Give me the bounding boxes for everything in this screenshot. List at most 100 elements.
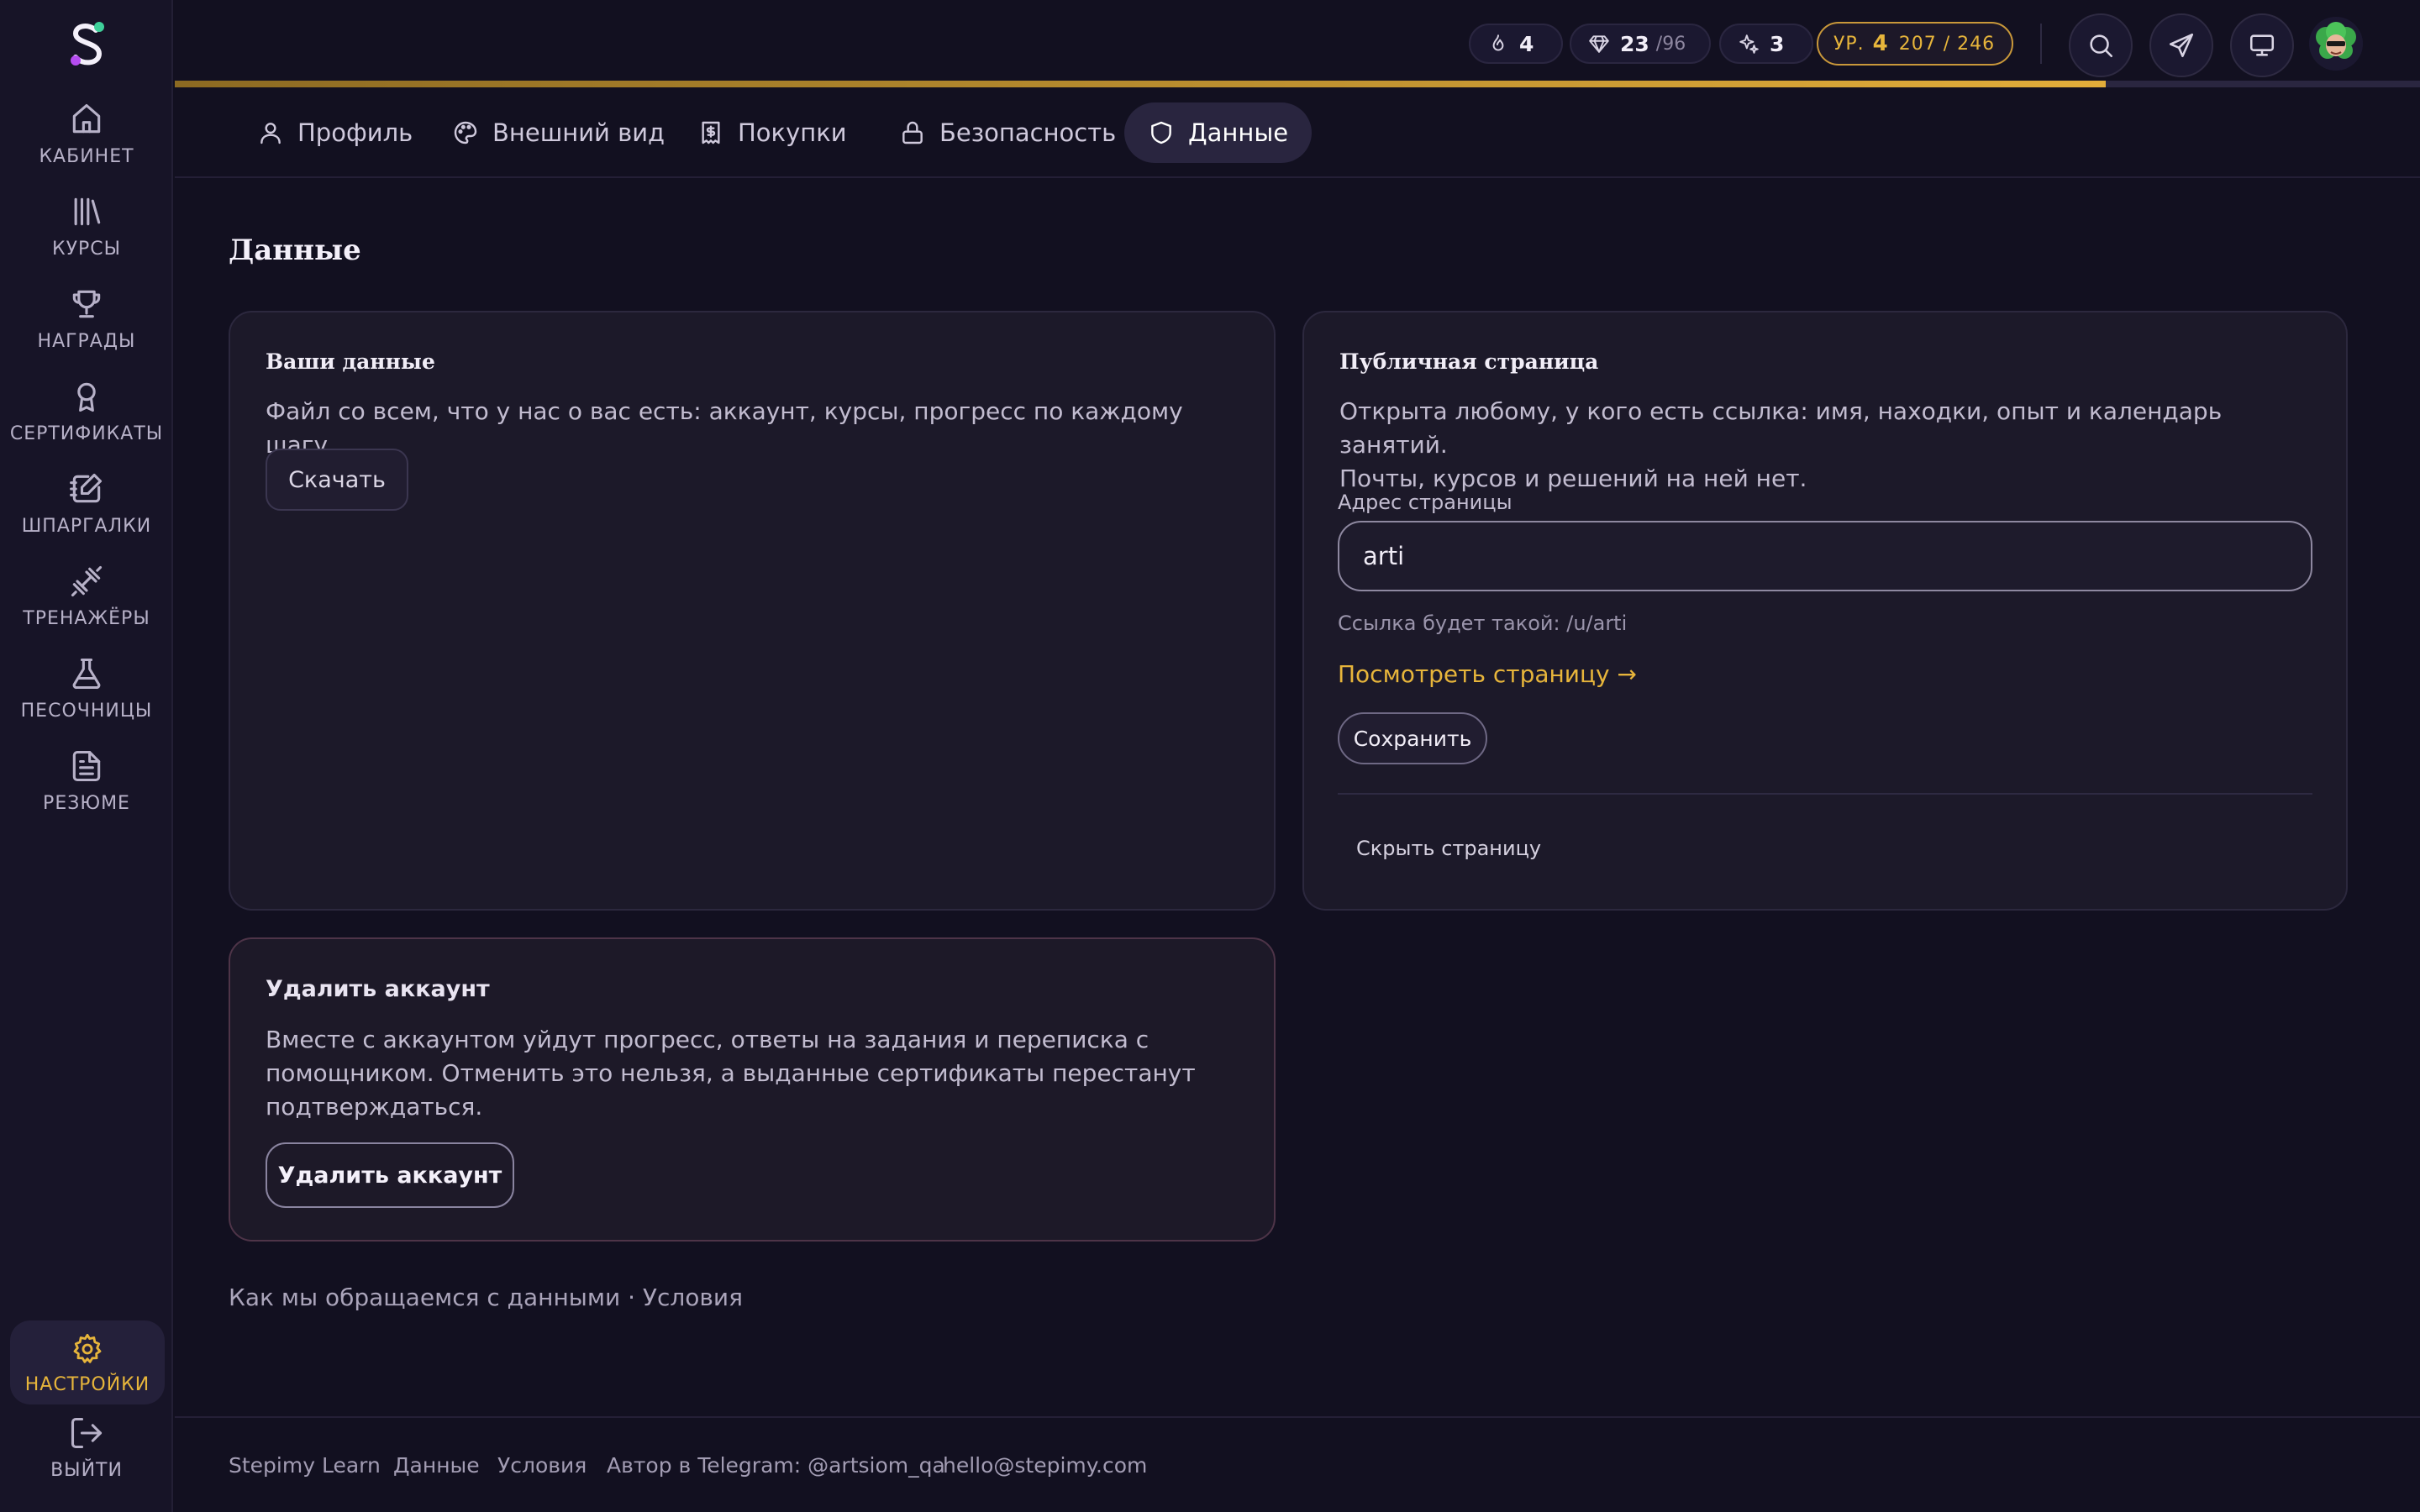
tab-security[interactable]: Безопасность [876, 102, 1139, 163]
sidebar-item-label: РЕЗЮМЕ [43, 793, 130, 814]
avatar[interactable] [2309, 17, 2363, 71]
tab-label: Внешний вид [492, 118, 666, 147]
sidebar-item-label: КУРСЫ [51, 239, 122, 260]
file-text-icon [72, 750, 101, 782]
page-address-value: arti [1363, 542, 1405, 570]
top-bar: 4 23 /96 3 УР. 4 207 / 246 [175, 0, 2420, 84]
level-prefix: УР. [1833, 33, 1865, 55]
public-page-desc-line1: Открыта любому, у кого есть ссылка: имя,… [1339, 397, 2223, 459]
view-page-link[interactable]: Посмотреть страницу → [1338, 660, 1637, 688]
sidebar-item-label: ТРЕНАЖЁРЫ [23, 608, 150, 629]
lock-icon [902, 121, 923, 144]
tab-label: Безопасность [939, 118, 1117, 147]
search-button[interactable] [2069, 13, 2133, 77]
streak-counter[interactable]: 4 [1469, 24, 1563, 64]
sidebar-item-resume[interactable]: РЕЗЮМЕ [0, 741, 173, 825]
sidebar-item-sandboxes[interactable]: ПЕСОЧНИЦЫ [0, 648, 173, 732]
download-label: Скачать [288, 466, 386, 493]
xp-progress-bar [175, 81, 2420, 87]
footer: Stepimy Learn Данные Условия Автор в Tel… [175, 1416, 2420, 1512]
level-value: 4 [1872, 31, 1889, 56]
sidebar-item-label: ШПАРГАЛКИ [21, 516, 152, 537]
delete-account-card: Удалить аккаунт Вместе с аккаунтом уйдут… [229, 937, 1276, 1242]
footer-link-data[interactable]: Данные [393, 1453, 480, 1478]
sidebar-item-label: НАГРАДЫ [37, 331, 136, 352]
page-title: Данные [229, 234, 361, 267]
tab-data[interactable]: Данные [1124, 102, 1313, 163]
flask-icon [72, 658, 101, 690]
data-policy-links[interactable]: Как мы обращаемся с данными · Условия [229, 1284, 743, 1311]
sidebar-item-cabinet[interactable]: КАБИНЕТ [0, 94, 173, 178]
sidebar-item-courses[interactable]: КУРСЫ [0, 186, 173, 270]
public-page-description: Открыта любому, у кого есть ссылка: имя,… [1339, 395, 2314, 496]
sparkles-value: 3 [1770, 31, 1785, 56]
streak-value: 4 [1519, 31, 1534, 56]
download-button[interactable]: Скачать [266, 449, 408, 511]
public-page-title: Публичная страница [1339, 349, 1599, 374]
shield-icon [1151, 121, 1171, 144]
divider [1338, 793, 2312, 795]
page-address-input[interactable]: arti [1338, 521, 2312, 591]
sidebar-item-label: КАБИНЕТ [39, 146, 134, 167]
gear-icon [73, 1333, 102, 1363]
footer-link-terms[interactable]: Условия [497, 1453, 587, 1478]
palette-icon [454, 121, 477, 144]
sidebar-item-logout[interactable]: ВЫЙТИ [0, 1415, 173, 1499]
sidebar-item-certificates[interactable]: СЕРТИФИКАТЫ [0, 371, 173, 455]
send-icon [2169, 33, 2194, 58]
gems-counter[interactable]: 23 /96 [1570, 24, 1711, 64]
monitor-icon [2249, 34, 2275, 56]
tab-label: Покупки [738, 118, 847, 147]
xp-value: 207 / 246 [1898, 33, 1996, 55]
tab-label: Данные [1188, 118, 1289, 147]
sidebar-item-cheatsheets[interactable]: ШПАРГАЛКИ [0, 464, 173, 548]
footer-brand[interactable]: Stepimy Learn [229, 1453, 381, 1478]
sparkles-counter[interactable]: 3 [1719, 24, 1813, 64]
link-hint: Ссылка будет такой: /u/arti [1338, 612, 1628, 635]
tab-label: Профиль [297, 118, 413, 147]
sparkles-icon [1739, 34, 1759, 54]
gem-icon [1589, 35, 1609, 53]
stepimy-logo-icon[interactable] [64, 18, 111, 69]
telegram-button[interactable] [2149, 13, 2213, 77]
public-page-card: Публичная страница Открыта любому, у ког… [1302, 311, 2348, 911]
sidebar-item-trainers[interactable]: ТРЕНАЖЁРЫ [0, 556, 173, 640]
your-data-title: Ваши данные [266, 349, 435, 374]
tab-profile[interactable]: Профиль [234, 102, 436, 163]
address-label: Адрес страницы [1338, 491, 1512, 514]
settings-tabs: Профиль Внешний вид Покупки Безопасность… [175, 87, 2420, 178]
gems-value: 23 [1620, 31, 1649, 56]
footer-telegram[interactable]: Автор в Telegram: @artsiom_qa [607, 1453, 945, 1478]
your-data-card: Ваши данные Файл со всем, что у нас о ва… [229, 311, 1276, 911]
sidebar-item-label: ПЕСОЧНИЦЫ [20, 701, 153, 722]
award-icon [77, 382, 96, 412]
sidebar-item-label: ВЫЙТИ [50, 1460, 123, 1481]
footer-email[interactable]: hello@stepimy.com [943, 1453, 1147, 1478]
trophy-icon [72, 290, 101, 318]
user-icon [260, 123, 281, 144]
library-icon [74, 197, 101, 226]
flame-icon [1492, 34, 1504, 51]
save-label: Сохранить [1353, 726, 1472, 751]
public-page-desc-line2: Почты, курсов и решений на ней нет. [1339, 465, 1807, 492]
save-button[interactable]: Сохранить [1338, 712, 1487, 764]
sidebar-item-settings[interactable]: НАСТРОЙКИ [10, 1320, 165, 1404]
receipt-icon [702, 121, 720, 144]
xp-progress-fill [175, 81, 2106, 87]
delete-account-button[interactable]: Удалить аккаунт [266, 1142, 514, 1208]
hide-page-button[interactable]: Скрыть страницу [1356, 837, 1541, 860]
your-data-description: Файл со всем, что у нас о вас есть: акка… [266, 397, 1183, 459]
gems-max: /96 [1655, 33, 1686, 55]
tab-purchases[interactable]: Покупки [674, 102, 871, 163]
notebook-pen-icon [70, 473, 103, 503]
search-icon [2090, 34, 2113, 58]
tab-appearance[interactable]: Внешний вид [429, 102, 688, 163]
display-mode-button[interactable] [2230, 13, 2294, 77]
dumbbell-icon [71, 565, 103, 597]
delete-account-description: Вместе с аккаунтом уйдут прогресс, ответ… [266, 1026, 1196, 1121]
home-icon [72, 103, 101, 134]
sidebar-item-awards[interactable]: НАГРАДЫ [0, 279, 173, 363]
level-badge[interactable]: УР. 4 207 / 246 [1817, 22, 2013, 66]
logout-icon [71, 1417, 103, 1449]
delete-account-label: Удалить аккаунт [277, 1162, 502, 1189]
